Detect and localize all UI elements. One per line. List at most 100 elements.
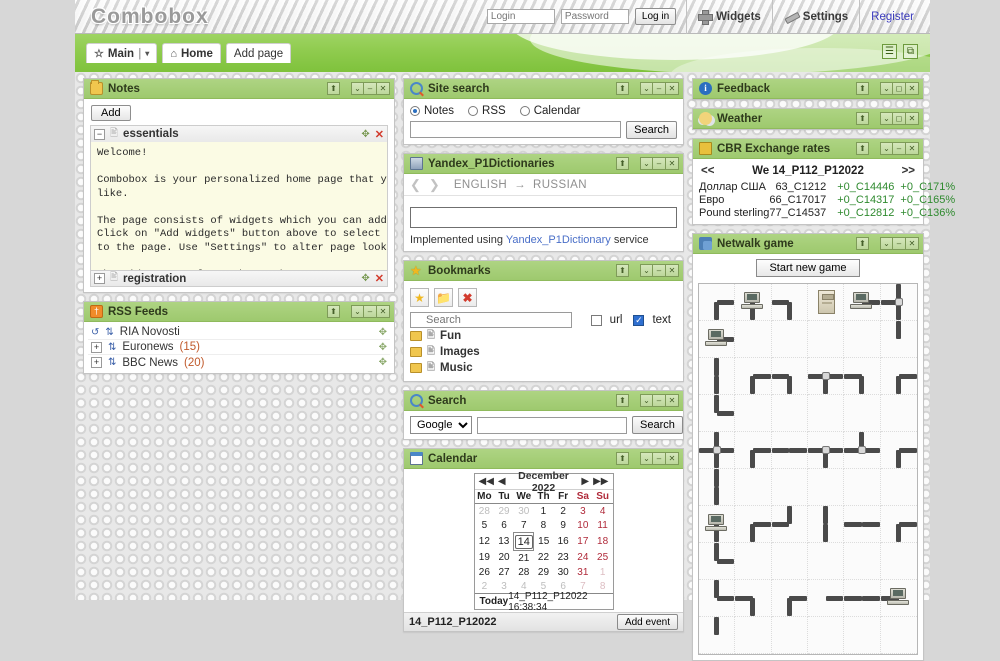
calendar-day[interactable]: 13 — [494, 533, 514, 551]
netwalk-cell[interactable] — [880, 617, 917, 654]
add-folder-icon[interactable]: 📁 — [434, 288, 453, 307]
list-item[interactable]: + ⇅ Euronews (15) ✥ — [88, 340, 390, 355]
widget-move-icon[interactable]: ⬆ — [327, 82, 340, 95]
netwalk-cell[interactable] — [699, 358, 736, 395]
delete-icon[interactable]: ✕ — [375, 128, 384, 141]
widget-close-icon[interactable]: ✕ — [666, 394, 679, 407]
widget-minimize-icon[interactable]: – — [893, 142, 906, 155]
add-page-button[interactable]: Add page — [225, 43, 292, 63]
calendar-day[interactable]: 4 — [593, 504, 613, 519]
netwalk-cell[interactable] — [699, 469, 736, 506]
note-item-essentials[interactable]: − 🖹 essentials ✥ ✕ — [90, 125, 388, 142]
netwalk-cell[interactable] — [880, 321, 917, 358]
netwalk-cell[interactable] — [735, 284, 772, 321]
netwalk-cell[interactable] — [880, 543, 917, 580]
login-input[interactable] — [486, 9, 555, 24]
calendar-day[interactable]: 22 — [534, 551, 554, 566]
netwalk-cell[interactable] — [771, 284, 808, 321]
calendar-day[interactable]: 30 — [553, 565, 573, 579]
netwalk-cell[interactable] — [699, 543, 736, 580]
calendar-day[interactable]: 23 — [553, 551, 573, 566]
widget-collapse-icon[interactable]: ⌄ — [351, 82, 364, 95]
list-item[interactable]: ↺ ⇅ RIA Novosti ✥ — [88, 325, 390, 340]
netwalk-cell[interactable] — [735, 432, 772, 469]
dictionary-input[interactable] — [410, 207, 677, 228]
netwalk-cell[interactable] — [771, 469, 808, 506]
prev-date-button[interactable]: << — [701, 165, 714, 177]
calendar-day[interactable]: 20 — [494, 551, 514, 566]
calendar-prev-icon[interactable]: ◀ — [498, 476, 506, 487]
netwalk-cell[interactable] — [844, 580, 881, 617]
netwalk-board[interactable] — [698, 283, 918, 655]
calendar-day[interactable]: 17 — [573, 533, 593, 551]
move-icon[interactable]: ✥ — [379, 327, 387, 338]
widget-collapse-icon[interactable]: ⌄ — [640, 264, 653, 277]
widget-minimize-icon[interactable]: – — [653, 264, 666, 277]
netwalk-cell[interactable] — [844, 617, 881, 654]
widget-minimize-icon[interactable]: – — [893, 237, 906, 250]
widget-collapse-icon[interactable]: ⌄ — [880, 82, 893, 95]
netwalk-cell[interactable] — [771, 395, 808, 432]
calendar-day[interactable]: 26 — [475, 565, 495, 579]
note-text[interactable]: Welcome! Combobox is your personalized h… — [90, 142, 388, 270]
calendar-today-button[interactable]: Today — [480, 596, 509, 607]
calendar-day[interactable]: 8 — [534, 518, 554, 533]
calendar-day[interactable]: 16 — [553, 533, 573, 551]
widget-move-icon[interactable]: ⬆ — [616, 157, 629, 170]
calendar-day[interactable]: 29 — [534, 565, 554, 579]
netwalk-cell[interactable] — [735, 321, 772, 358]
widget-move-icon[interactable]: ⬆ — [616, 264, 629, 277]
netwalk-cell[interactable] — [699, 617, 736, 654]
widget-minimize-icon[interactable]: – — [653, 452, 666, 465]
calendar-day[interactable]: 1 — [593, 565, 613, 579]
netwalk-cell[interactable] — [735, 580, 772, 617]
start-new-game-button[interactable]: Start new game — [756, 259, 860, 277]
widget-close-icon[interactable]: ✕ — [906, 112, 919, 125]
columns-view-icon[interactable]: ⧉ — [903, 44, 918, 59]
netwalk-cell[interactable] — [807, 284, 845, 321]
netwalk-cell[interactable] — [880, 358, 917, 395]
calendar-day[interactable]: 31 — [573, 565, 593, 579]
expander-icon[interactable]: − — [94, 128, 105, 140]
calendar-last-icon[interactable]: ▶▶ — [593, 476, 608, 487]
widget-collapse-icon[interactable]: ⌄ — [880, 112, 893, 125]
widget-move-icon[interactable]: ⬆ — [856, 82, 869, 95]
tab-home[interactable]: ⌂ Home — [162, 43, 221, 63]
calendar-first-icon[interactable]: ◀◀ — [479, 476, 494, 487]
netwalk-cell[interactable] — [735, 358, 772, 395]
site-search-input[interactable] — [410, 121, 622, 138]
netwalk-cell[interactable] — [844, 395, 881, 432]
netwalk-cell[interactable] — [807, 395, 845, 432]
netwalk-cell[interactable] — [844, 358, 881, 395]
netwalk-cell[interactable] — [699, 284, 736, 321]
widget-restore-icon[interactable]: ◻ — [893, 82, 906, 95]
widget-move-icon[interactable]: ⬆ — [856, 237, 869, 250]
bookmark-folder-row[interactable]: 🖹 Music — [410, 360, 677, 376]
calendar-day[interactable]: 29 — [494, 504, 514, 519]
delete-bookmark-icon[interactable]: ✖ — [458, 288, 477, 307]
chevron-down-icon[interactable]: ▾ — [145, 49, 149, 58]
widgets-button[interactable]: Widgets — [687, 0, 772, 34]
netwalk-cell[interactable] — [807, 506, 845, 543]
netwalk-cell[interactable] — [807, 580, 845, 617]
calendar-day[interactable]: 28 — [514, 565, 534, 579]
netwalk-cell[interactable] — [844, 432, 881, 469]
widget-collapse-icon[interactable]: ⌄ — [880, 237, 893, 250]
calendar-day[interactable]: 28 — [475, 504, 495, 519]
calendar-next-icon[interactable]: ▶ — [581, 476, 589, 487]
widget-collapse-icon[interactable]: ⌄ — [640, 157, 653, 170]
search-input[interactable] — [477, 416, 627, 434]
widget-move-icon[interactable]: ⬆ — [856, 112, 869, 125]
widget-close-icon[interactable]: ✕ — [906, 237, 919, 250]
netwalk-cell[interactable] — [807, 543, 845, 580]
widget-collapse-icon[interactable]: ⌄ — [880, 142, 893, 155]
search-button[interactable]: Search — [632, 416, 683, 434]
netwalk-cell[interactable] — [880, 284, 917, 321]
add-bookmark-icon[interactable]: ★ — [410, 288, 429, 307]
widget-collapse-icon[interactable]: ⌄ — [640, 452, 653, 465]
search-engine-select[interactable]: Google — [410, 416, 472, 434]
calendar-day[interactable]: 7 — [514, 518, 534, 533]
checkbox-text[interactable]: ✓ — [633, 314, 645, 326]
calendar-day[interactable]: 30 — [514, 504, 534, 519]
checkbox-url[interactable] — [590, 314, 602, 326]
